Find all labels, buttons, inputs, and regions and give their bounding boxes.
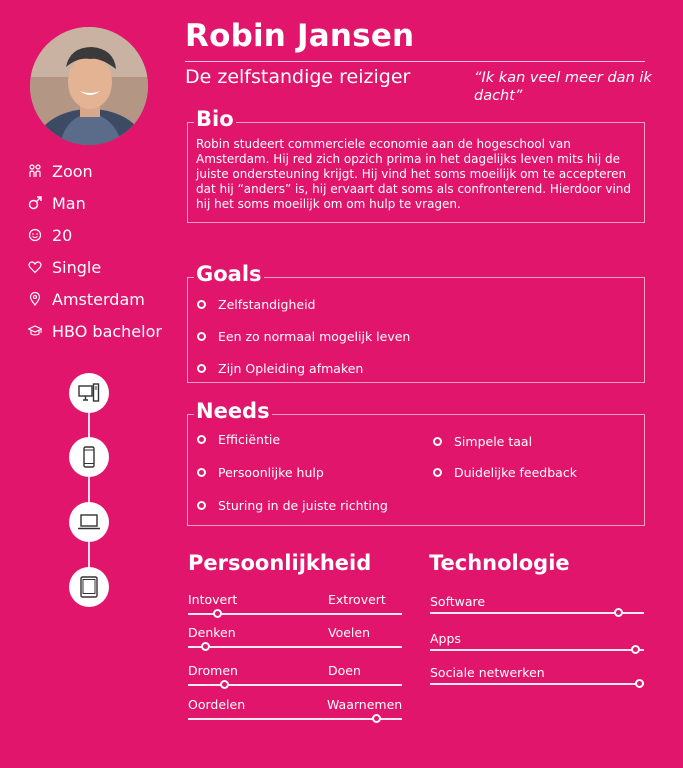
need-item: Sturing in de juiste richting xyxy=(197,498,388,513)
bullet-icon xyxy=(197,332,206,341)
persona-subtitle: De zelfstandige reiziger xyxy=(185,66,411,88)
tablet-icon xyxy=(80,576,98,598)
scale-track xyxy=(430,679,645,688)
scale-track xyxy=(430,645,644,654)
scale-right-label: Waarnemen xyxy=(327,697,403,712)
avatar xyxy=(30,27,148,145)
scale-label: Sociale netwerken xyxy=(430,665,545,680)
bullet-icon xyxy=(433,468,442,477)
scale-left-label: Denken xyxy=(188,625,236,640)
scale-label: Software xyxy=(430,594,486,609)
device-desktop xyxy=(69,373,109,413)
personality-title: Persoonlijkheid xyxy=(188,551,372,575)
heart-icon xyxy=(28,260,42,274)
scale-track xyxy=(188,642,402,651)
scale-knob xyxy=(219,680,229,689)
persona-name: Robin Jansen xyxy=(185,18,415,54)
attribute-gender: Man xyxy=(28,192,86,214)
scale-knob xyxy=(613,608,623,617)
need-item: Persoonlijke hulp xyxy=(197,465,324,480)
graduation-cap-icon xyxy=(28,324,42,338)
scale-knob xyxy=(635,679,645,688)
scale-left-label: Dromen xyxy=(188,663,238,678)
desktop-icon xyxy=(78,383,100,402)
attribute-location: Amsterdam xyxy=(28,288,145,310)
attribute-label: 20 xyxy=(52,225,73,245)
goals-title: Goals xyxy=(194,262,264,286)
location-pin-icon xyxy=(28,292,42,306)
scale-knob xyxy=(630,645,640,654)
scale-label: Apps xyxy=(430,631,461,646)
goals-section: Goals Zelfstandigheid Een zo normaal mog… xyxy=(187,262,645,383)
goal-item: Zelfstandigheid xyxy=(197,297,316,312)
family-icon xyxy=(28,164,42,178)
scale-track xyxy=(188,609,402,618)
technology-scale: Sociale netwerken xyxy=(430,662,645,688)
scale-track xyxy=(188,680,402,689)
bullet-icon xyxy=(197,435,206,444)
age-icon xyxy=(28,228,42,242)
technology-title: Technologie xyxy=(429,551,570,575)
need-item: Duidelijke feedback xyxy=(433,465,577,480)
technology-scale: Software xyxy=(430,591,644,617)
device-timeline xyxy=(88,395,90,590)
scale-knob xyxy=(200,642,210,651)
attribute-label: Amsterdam xyxy=(52,289,145,309)
scale-right-label: Doen xyxy=(328,663,361,678)
device-laptop xyxy=(69,502,109,542)
bullet-icon xyxy=(197,501,206,510)
scale-knob xyxy=(371,714,381,723)
bio-text: Robin studeert commerciele economie aan … xyxy=(196,137,631,211)
attribute-label: Man xyxy=(52,193,86,213)
bio-title: Bio xyxy=(194,107,236,131)
need-item: Efficiëntie xyxy=(197,432,280,447)
scale-left-label: Intovert xyxy=(188,592,238,607)
bio-section: Bio Robin studeert commerciele economie … xyxy=(187,107,645,223)
attribute-education: HBO bachelor xyxy=(28,320,162,342)
smartphone-icon xyxy=(83,446,95,468)
attribute-label: Single xyxy=(52,257,102,277)
male-icon xyxy=(28,196,42,210)
bullet-icon xyxy=(433,437,442,446)
bullet-icon xyxy=(197,300,206,309)
scale-knob xyxy=(213,609,223,618)
header-divider xyxy=(185,61,645,62)
needs-title: Needs xyxy=(194,399,272,423)
personality-scale: Intovert Extrovert xyxy=(188,592,402,618)
bullet-icon xyxy=(197,468,206,477)
bullet-icon xyxy=(197,364,206,373)
device-tablet xyxy=(69,567,109,607)
personality-scale: Oordelen Waarnemen xyxy=(188,697,403,723)
needs-section: Needs Efficiëntie Persoonlijke hulp Stur… xyxy=(187,399,645,526)
persona-quote: “Ik kan veel meer dan ik dacht” xyxy=(474,70,652,104)
device-smartphone xyxy=(69,437,109,477)
laptop-icon xyxy=(78,514,100,530)
scale-track xyxy=(430,608,644,617)
attribute-label: HBO bachelor xyxy=(52,321,162,341)
scale-right-label: Extrovert xyxy=(328,592,386,607)
persona-photo xyxy=(30,27,148,145)
personality-scale: Dromen Doen xyxy=(188,663,402,689)
goal-item: Een zo normaal mogelijk leven xyxy=(197,329,410,344)
personality-scale: Denken Voelen xyxy=(188,625,402,651)
attribute-age: 20 xyxy=(28,224,72,246)
scale-track xyxy=(188,714,402,723)
goal-item: Zijn Opleiding afmaken xyxy=(197,361,363,376)
attribute-relationship: Single xyxy=(28,256,101,278)
need-item: Simpele taal xyxy=(433,434,532,449)
attribute-label: Zoon xyxy=(52,161,93,181)
scale-right-label: Voelen xyxy=(328,625,371,640)
scale-left-label: Oordelen xyxy=(188,697,246,712)
attribute-family: Zoon xyxy=(28,160,93,182)
technology-scale: Apps xyxy=(430,628,644,654)
